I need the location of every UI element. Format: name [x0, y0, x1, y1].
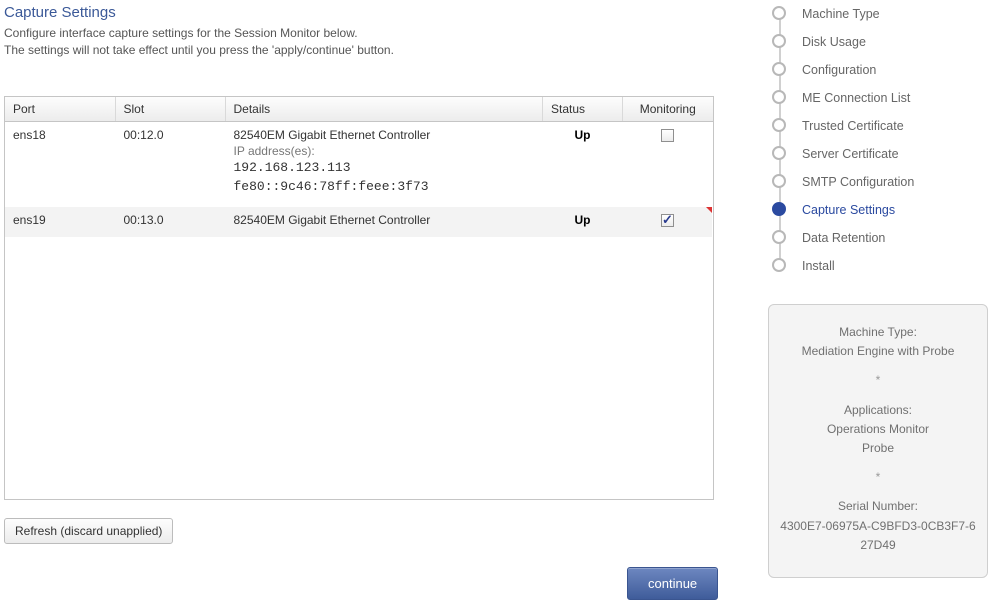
- col-status[interactable]: Status: [543, 97, 623, 122]
- cell-status: Up: [543, 207, 623, 237]
- step-capture-settings[interactable]: Capture Settings: [768, 196, 988, 224]
- step-label: Machine Type: [802, 7, 880, 21]
- cell-slot: 00:13.0: [115, 207, 225, 237]
- subtitle-line1: Configure interface capture settings for…: [4, 26, 358, 40]
- step-smtp-configuration[interactable]: SMTP Configuration: [768, 168, 988, 196]
- cell-monitoring: [623, 207, 713, 237]
- wizard-steps: Machine Type Disk Usage Configuration ME…: [768, 0, 988, 280]
- step-disk-usage[interactable]: Disk Usage: [768, 28, 988, 56]
- cell-port: ens18: [5, 121, 115, 207]
- step-install[interactable]: Install: [768, 252, 988, 280]
- step-dot-icon: [772, 118, 786, 132]
- page-title: Capture Settings: [4, 4, 735, 21]
- system-info-box: Machine Type: Mediation Engine with Prob…: [768, 304, 988, 578]
- step-dot-icon: [772, 90, 786, 104]
- step-dot-icon: [772, 202, 786, 216]
- step-dot-icon: [772, 230, 786, 244]
- application-value: Operations Monitor: [779, 420, 977, 439]
- step-label: ME Connection List: [802, 91, 910, 105]
- step-label: Data Retention: [802, 231, 885, 245]
- serial-value: 4300E7-06975A-C9BFD3-0CB3F7-627D49: [779, 517, 977, 555]
- ip-address: fe80::9c46:78ff:feee:3f73: [234, 177, 535, 197]
- page-subtitle: Configure interface capture settings for…: [4, 25, 735, 60]
- step-label: Trusted Certificate: [802, 119, 904, 133]
- step-dot-icon: [772, 6, 786, 20]
- step-label: Disk Usage: [802, 35, 866, 49]
- step-dot-icon: [772, 146, 786, 160]
- step-me-connection-list[interactable]: ME Connection List: [768, 84, 988, 112]
- details-main: 82540EM Gigabit Ethernet Controller: [234, 128, 535, 142]
- info-separator: *: [779, 468, 977, 487]
- info-separator: *: [779, 371, 977, 390]
- step-machine-type[interactable]: Machine Type: [768, 0, 988, 28]
- subtitle-line2: The settings will not take effect until …: [4, 43, 394, 57]
- table-row[interactable]: ens18 00:12.0 82540EM Gigabit Ethernet C…: [5, 121, 713, 207]
- details-main: 82540EM Gigabit Ethernet Controller: [234, 213, 535, 227]
- cell-slot: 00:12.0: [115, 121, 225, 207]
- col-slot[interactable]: Slot: [115, 97, 225, 122]
- refresh-button[interactable]: Refresh (discard unapplied): [4, 518, 173, 544]
- table-row[interactable]: ens19 00:13.0 82540EM Gigabit Ethernet C…: [5, 207, 713, 237]
- step-server-certificate[interactable]: Server Certificate: [768, 140, 988, 168]
- monitoring-checkbox[interactable]: [661, 129, 674, 142]
- step-label: Server Certificate: [802, 147, 899, 161]
- step-dot-icon: [772, 258, 786, 272]
- step-label: SMTP Configuration: [802, 175, 914, 189]
- cell-monitoring: [623, 121, 713, 207]
- ip-address: 192.168.123.113: [234, 158, 535, 178]
- step-label: Capture Settings: [802, 203, 895, 217]
- step-label: Configuration: [802, 63, 876, 77]
- application-value: Probe: [779, 439, 977, 458]
- serial-label: Serial Number:: [779, 497, 977, 516]
- grid-header-row: Port Slot Details Status Monitoring: [5, 97, 713, 122]
- cell-status: Up: [543, 121, 623, 207]
- step-dot-icon: [772, 34, 786, 48]
- monitoring-checkbox[interactable]: [661, 214, 674, 227]
- step-label: Install: [802, 259, 835, 273]
- step-configuration[interactable]: Configuration: [768, 56, 988, 84]
- step-trusted-certificate[interactable]: Trusted Certificate: [768, 112, 988, 140]
- machine-type-value: Mediation Engine with Probe: [779, 342, 977, 361]
- cell-details: 82540EM Gigabit Ethernet Controller IP a…: [225, 121, 543, 207]
- step-dot-icon: [772, 62, 786, 76]
- machine-type-label: Machine Type:: [779, 323, 977, 342]
- grid-empty-space: [5, 237, 713, 499]
- wizard-sidebar: Machine Type Disk Usage Configuration ME…: [768, 0, 988, 578]
- main-content: Capture Settings Configure interface cap…: [0, 0, 735, 544]
- details-sub: IP address(es):: [234, 144, 535, 158]
- cell-port: ens19: [5, 207, 115, 237]
- step-data-retention[interactable]: Data Retention: [768, 224, 988, 252]
- col-details[interactable]: Details: [225, 97, 543, 122]
- cell-details: 82540EM Gigabit Ethernet Controller: [225, 207, 543, 237]
- col-port[interactable]: Port: [5, 97, 115, 122]
- col-monitoring[interactable]: Monitoring: [623, 97, 713, 122]
- step-dot-icon: [772, 174, 786, 188]
- continue-button[interactable]: continue: [627, 567, 718, 600]
- interfaces-grid: Port Slot Details Status Monitoring ens1…: [4, 96, 714, 500]
- applications-label: Applications:: [779, 401, 977, 420]
